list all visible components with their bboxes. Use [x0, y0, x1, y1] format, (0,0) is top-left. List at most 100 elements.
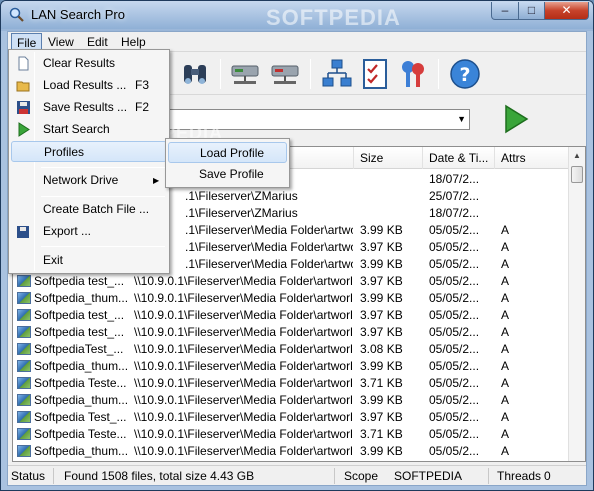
- cell-date: 05/05/2...: [429, 410, 480, 424]
- column-header-date[interactable]: Date & Ti...: [423, 147, 495, 169]
- app-search-icon: [9, 7, 24, 22]
- cell-size: 3.99 KB: [360, 393, 403, 407]
- image-file-icon: [17, 445, 31, 457]
- cell-size: 3.97 KB: [360, 308, 403, 322]
- toolbar-separator: [310, 59, 311, 89]
- close-button[interactable]: ✕: [544, 2, 589, 20]
- cell-attrs: A: [501, 291, 510, 305]
- menu-item-network-drive[interactable]: Network Drive ▶: [11, 170, 167, 191]
- cell-attrs: A: [501, 342, 510, 356]
- cell-path: \\10.9.0.1\Fileserver\Media Folder\artwo…: [134, 444, 352, 458]
- table-row[interactable]: Softpedia test_... \\10.9.0.1\Fileserver\…: [13, 324, 570, 341]
- menu-item-create-batch-file[interactable]: Create Batch File ...: [11, 199, 167, 220]
- image-file-icon: [17, 377, 31, 389]
- cell-date: 05/05/2...: [429, 359, 480, 373]
- menu-item-save-results[interactable]: Save Results ... F2: [11, 97, 167, 118]
- title-bar[interactable]: LAN Search Pro SOFTPEDIA – □ ✕: [1, 1, 593, 30]
- table-row[interactable]: Softpedia_thum... \\10.9.0.1\Fileserver\M…: [13, 392, 570, 409]
- binoculars-icon[interactable]: [178, 57, 212, 91]
- scrollbar-thumb[interactable]: [571, 166, 583, 183]
- menu-item-save-profile[interactable]: Save Profile: [168, 164, 287, 185]
- image-file-icon: [17, 309, 31, 321]
- cell-path: \\10.9.0.1\Fileserver\Media Folder\artwo…: [134, 308, 352, 322]
- cell-size: 3.97 KB: [360, 240, 403, 254]
- table-row[interactable]: Softpedia Teste... \\10.9.0.1\Fileserver\…: [13, 426, 570, 443]
- cell-path: .1\Fileserver\ZMarius: [185, 189, 298, 203]
- start-search-play-icon[interactable]: [500, 104, 530, 134]
- menu-item-export[interactable]: Export ...: [11, 221, 167, 242]
- cell-path: \\10.9.0.1\Fileserver\Media Folder\artwo…: [134, 291, 352, 305]
- cell-name: Softpedia test_...: [34, 308, 125, 322]
- status-separator: [334, 468, 335, 484]
- cell-attrs: A: [501, 308, 510, 322]
- image-file-icon: [17, 326, 31, 338]
- menu-item-exit[interactable]: Exit: [11, 250, 167, 271]
- table-row[interactable]: SoftpediaTest_... \\10.9.0.1\Fileserver\M…: [13, 341, 570, 358]
- cell-attrs: A: [501, 274, 510, 288]
- image-file-icon: [17, 292, 31, 304]
- cell-date: 05/05/2...: [429, 223, 480, 237]
- cell-date: 05/05/2...: [429, 427, 480, 441]
- cell-path: \\10.9.0.1\Fileserver\Media Folder\artwo…: [134, 274, 352, 288]
- cell-path: .1\Fileserver\Media Folder\artwork: [185, 257, 353, 271]
- cell-attrs: A: [501, 240, 510, 254]
- vertical-scrollbar[interactable]: ▲: [568, 147, 585, 461]
- network-computers-icon[interactable]: [320, 57, 354, 91]
- cell-date: 25/07/2...: [429, 189, 480, 203]
- cell-name: Softpedia ...: [34, 460, 134, 461]
- image-file-icon: [17, 394, 31, 406]
- cell-name: Softpedia Test_...: [34, 410, 127, 424]
- cell-attrs: A: [501, 410, 510, 424]
- minimize-button[interactable]: –: [491, 2, 519, 20]
- table-row[interactable]: Softpedia Teste... \\10.9.0.1\Fileserver\…: [13, 375, 570, 392]
- cell-size: 3.97 KB: [360, 410, 403, 424]
- cell-size: 3.97 KB: [360, 274, 403, 288]
- cell-size: 3.71 KB: [360, 427, 403, 441]
- maximize-button[interactable]: □: [518, 2, 545, 20]
- table-row[interactable]: Softpedia_thum... \\10.9.0.1\Fileserver\M…: [13, 443, 570, 460]
- cell-size: 3.99 KB: [360, 223, 403, 237]
- scroll-up-icon[interactable]: ▲: [569, 147, 585, 164]
- table-row[interactable]: Softpedia_thum... \\10.9.0.1\Fileserver\M…: [13, 290, 570, 307]
- cell-date: 05/05/2...: [429, 291, 480, 305]
- cell-path: .1\Fileserver\Media Folder\artwork: [185, 240, 353, 254]
- cell-date: 05/05/2...: [429, 325, 480, 339]
- cell-date: 05/05/2...: [429, 393, 480, 407]
- chevron-down-icon[interactable]: ▼: [457, 114, 466, 124]
- cell-name: Softpedia test_...: [34, 325, 125, 339]
- table-row[interactable]: Softpedia ...\\10.9.0.1\Fileserver\Media…: [13, 460, 570, 461]
- cell-date: 05/05/2...: [429, 274, 480, 288]
- cell-path: .1\Fileserver\Media Folder\artwork: [185, 223, 353, 237]
- scope-label: Scope: [344, 469, 379, 483]
- window-title: LAN Search Pro: [31, 7, 125, 22]
- cell-date: 18/07/2...: [429, 206, 480, 220]
- cell-size: 3.08 KB: [360, 342, 403, 356]
- network-drive-remove-icon[interactable]: [268, 57, 302, 91]
- menu-item-load-profile[interactable]: Load Profile: [168, 142, 287, 163]
- cell-attrs: A: [501, 359, 510, 373]
- menu-item-label: Save Profile: [199, 167, 264, 181]
- cell-size: 3.97 KB: [360, 325, 403, 339]
- cell-name: SoftpediaTest_...: [34, 342, 124, 356]
- menu-item-profiles[interactable]: Profiles: [11, 141, 167, 162]
- menu-item-label: Load Results ...: [43, 78, 127, 92]
- cell-size: 3.99 KB: [360, 460, 422, 461]
- table-row[interactable]: Softpedia test_... \\10.9.0.1\Fileserver\…: [13, 307, 570, 324]
- svg-text:?: ?: [459, 64, 470, 86]
- status-separator: [53, 468, 54, 484]
- table-row[interactable]: Softpedia_thum... \\10.9.0.1\Fileserver\M…: [13, 358, 570, 375]
- cell-date: 05/05/2...: [429, 240, 480, 254]
- menu-item-start-search[interactable]: Start Search: [11, 119, 167, 140]
- column-header-size[interactable]: Size: [354, 147, 423, 169]
- help-icon[interactable]: ?: [448, 57, 482, 91]
- menu-item-clear-results[interactable]: Clear Results: [11, 53, 167, 74]
- menu-item-load-results[interactable]: Load Results ... F3: [11, 75, 167, 96]
- column-header-attrs[interactable]: Attrs: [495, 147, 570, 169]
- keys-icon[interactable]: [396, 57, 430, 91]
- cell-attrs: A: [501, 460, 561, 461]
- table-row[interactable]: Softpedia Test_... \\10.9.0.1\Fileserver\…: [13, 409, 570, 426]
- table-row[interactable]: Softpedia test_... \\10.9.0.1\Fileserver\…: [13, 273, 570, 290]
- network-drive-add-icon[interactable]: [228, 57, 262, 91]
- checklist-icon[interactable]: [358, 57, 392, 91]
- cell-name: Softpedia_thum...: [34, 444, 129, 458]
